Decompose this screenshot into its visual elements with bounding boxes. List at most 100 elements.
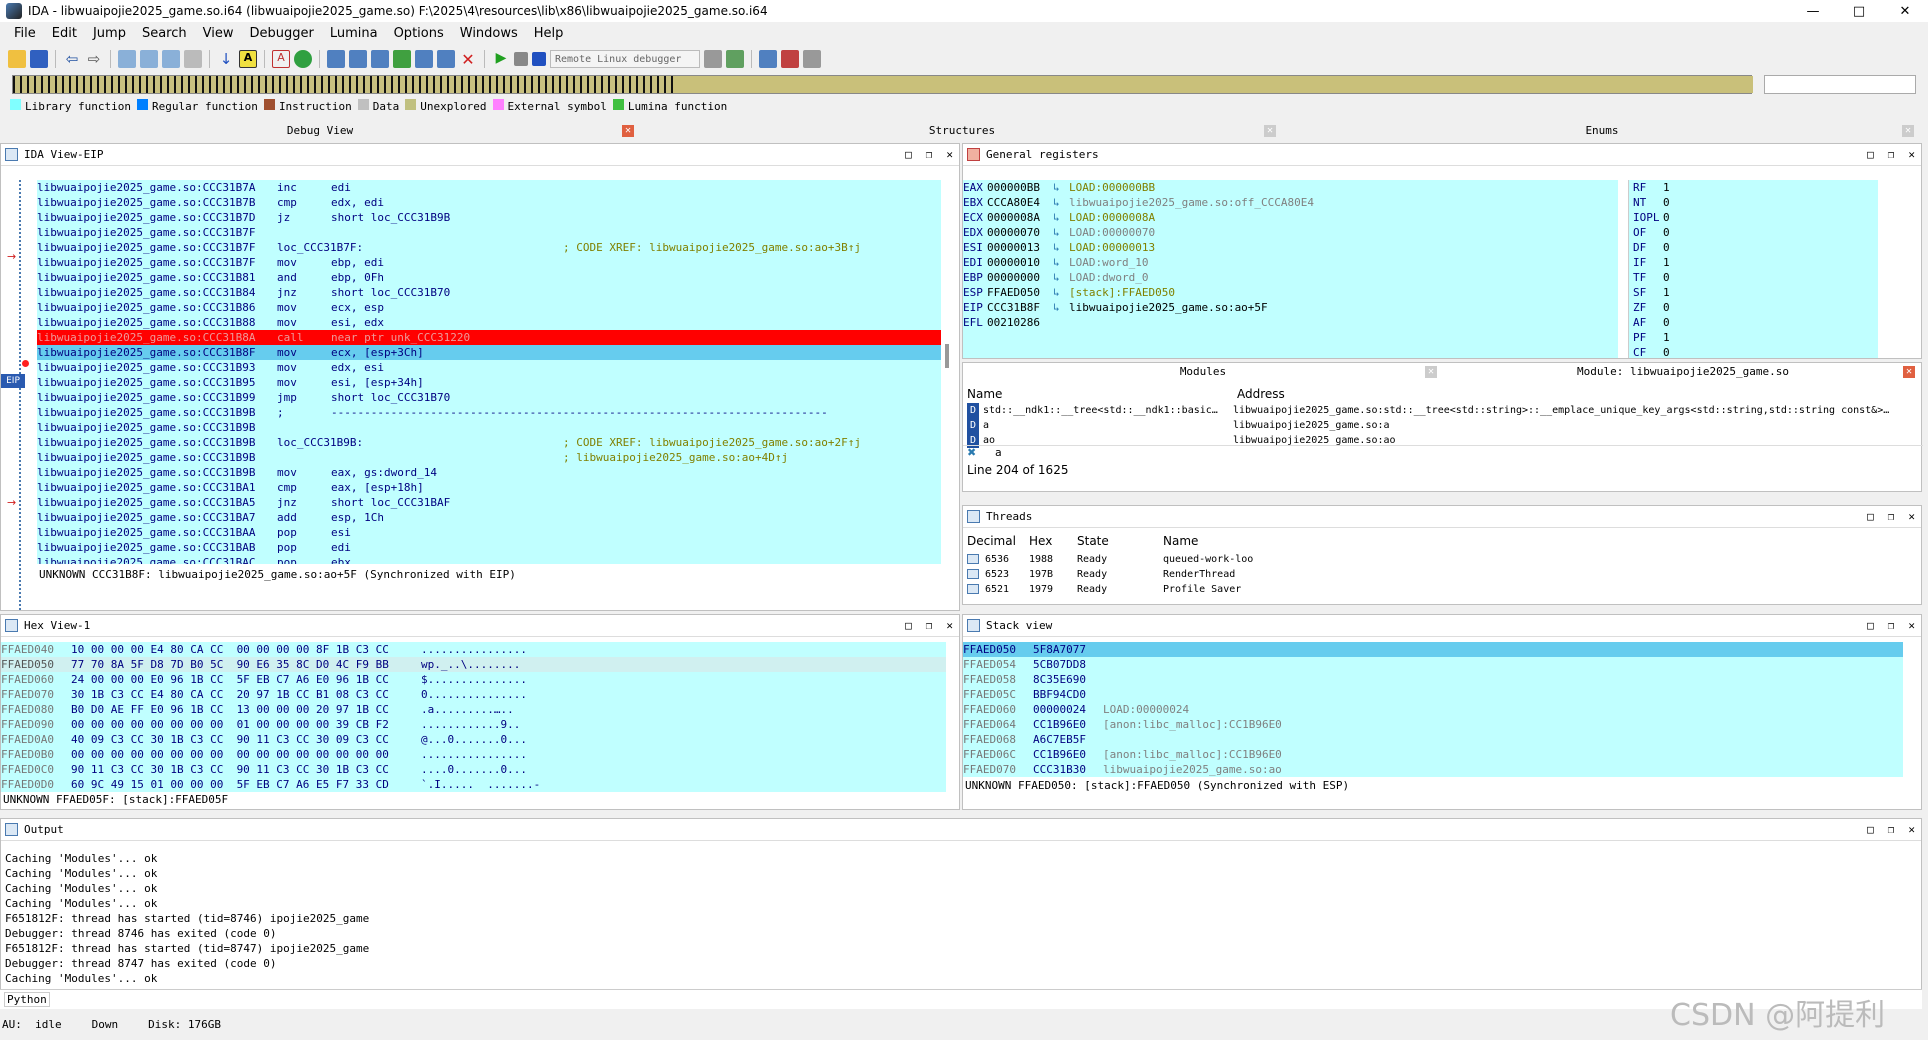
disassembly-listing[interactable]: libwuaipojie2025_game.so:CCC31B7A inc edi l…: [37, 180, 941, 564]
flowchart-icon[interactable]: [371, 50, 389, 68]
module-function-row[interactable]: Da libwuaipojie2025_game.so:a: [963, 418, 1915, 433]
pause-icon[interactable]: [514, 52, 528, 66]
breakpoints-icon[interactable]: [759, 50, 777, 68]
close-icon[interactable]: ✕: [1908, 148, 1915, 161]
open-icon[interactable]: [8, 50, 26, 68]
attach-icon[interactable]: [704, 50, 722, 68]
register-row[interactable]: ECX 0000008A ↳ LOAD:0000008A: [963, 210, 1618, 225]
flag-row[interactable]: ZF 0: [1629, 300, 1878, 315]
close-icon[interactable]: ✕: [1903, 366, 1915, 378]
column-address[interactable]: Address: [1237, 387, 1285, 401]
menu-debugger[interactable]: Debugger: [241, 26, 321, 41]
register-row[interactable]: EBX CCCA80E4 ↳ libwuaipojie2025_game.so:off…: [963, 195, 1618, 210]
save-icon[interactable]: [30, 50, 48, 68]
green-circle-icon[interactable]: [294, 50, 312, 68]
thread-row[interactable]: 6523 197B Ready RenderThread: [963, 567, 1915, 582]
filter-input[interactable]: a: [995, 446, 1002, 459]
minimize-button[interactable]: —: [1790, 0, 1836, 22]
debugger-select[interactable]: Remote Linux debugger: [550, 50, 700, 68]
register-row[interactable]: EAX 000000BB ↳ LOAD:000000BB: [963, 180, 1618, 195]
python-language-button[interactable]: Python: [4, 992, 50, 1007]
stack-row[interactable]: FFAED070 CCC31B30 libwuaipojie2025_game.so…: [963, 762, 1903, 777]
stack-list[interactable]: FFAED050 5F8A7077 FFAED054 5CB07DD8 FFAED058…: [963, 642, 1903, 777]
close-icon[interactable]: ✕: [622, 125, 634, 137]
disassembly-line[interactable]: libwuaipojie2025_game.so:CCC31BAC pop ebx: [37, 555, 941, 564]
tab-modules[interactable]: Modules ✕: [963, 363, 1443, 381]
menu-view[interactable]: View: [195, 26, 242, 41]
register-list[interactable]: EAX 000000BB ↳ LOAD:000000BB EBX CCCA80E4 ↳ lib…: [963, 180, 1618, 358]
disassembly-line[interactable]: libwuaipojie2025_game.so:CCC31B86 mov ecx,…: [37, 300, 941, 315]
menu-search[interactable]: Search: [134, 26, 195, 41]
disassembly-line[interactable]: libwuaipojie2025_game.so:CCC31BA5 jnz shor…: [37, 495, 941, 510]
stack-row[interactable]: FFAED05C BBF94CD0: [963, 687, 1903, 702]
flag-row[interactable]: RF 1: [1629, 180, 1878, 195]
minimize-icon[interactable]: □: [1867, 148, 1874, 161]
disassembly-line[interactable]: libwuaipojie2025_game.so:CCC31B9B; ------…: [37, 405, 941, 420]
hex-row[interactable]: FFAED050 77 70 8A 5F D8 7D B0 5C 90 E6 35…: [1, 657, 946, 672]
disassembly-line[interactable]: libwuaipojie2025_game.so:CCC31BAA pop esi: [37, 525, 941, 540]
flag-row[interactable]: OF 0: [1629, 225, 1878, 240]
register-row[interactable]: EDX 00000070 ↳ LOAD:00000070: [963, 225, 1618, 240]
tab-debug-view[interactable]: Debug View ✕: [0, 122, 640, 140]
close-icon[interactable]: ✕: [1908, 510, 1915, 523]
disassembly-line[interactable]: libwuaipojie2025_game.so:CCC31B8F mov ecx,…: [37, 345, 941, 360]
refresh-icon[interactable]: [726, 50, 744, 68]
tab-structures[interactable]: Structures ✕: [642, 122, 1282, 140]
text-search-icon[interactable]: [162, 50, 180, 68]
script-icon[interactable]: A: [272, 50, 290, 68]
hex-row[interactable]: FFAED070 30 1B C3 CC E4 80 CA CC 20 97 1B…: [1, 687, 946, 702]
menu-jump[interactable]: Jump: [85, 26, 134, 41]
hex-row[interactable]: FFAED080 B0 D0 AE FF E0 96 1B CC 13 00 00…: [1, 702, 946, 717]
column-name[interactable]: Name: [967, 387, 1002, 401]
restore-icon[interactable]: ❐: [1888, 510, 1895, 523]
menu-windows[interactable]: Windows: [452, 26, 526, 41]
tab-module-detail[interactable]: Module: libwuaipojie2025_game.so ✕: [1445, 363, 1921, 381]
navigation-band[interactable]: [12, 75, 1753, 94]
disassembly-line[interactable]: libwuaipojie2025_game.so:CCC31BA1 cmp eax,…: [37, 480, 941, 495]
restore-icon[interactable]: ❐: [1888, 148, 1895, 161]
module-function-list[interactable]: Dstd::__ndk1::__tree<std::__ndk1::basic……: [963, 403, 1915, 448]
restore-icon[interactable]: ❐: [1888, 619, 1895, 632]
disassembly-line[interactable]: libwuaipojie2025_game.so:CCC31B88 mov esi,…: [37, 315, 941, 330]
disassembly-line[interactable]: libwuaipojie2025_game.so:CCC31B9B loc_CCC…: [37, 435, 941, 450]
flag-row[interactable]: DF 0: [1629, 240, 1878, 255]
minimize-icon[interactable]: □: [1867, 619, 1874, 632]
register-row[interactable]: EBP 00000000 ↳ LOAD:dword_0: [963, 270, 1618, 285]
thread-row[interactable]: 6521 1979 Ready Profile Saver: [963, 582, 1915, 597]
disassembly-line[interactable]: libwuaipojie2025_game.so:CCC31B84 jnz shor…: [37, 285, 941, 300]
disassembly-line[interactable]: libwuaipojie2025_game.so:CCC31B95 mov esi,…: [37, 375, 941, 390]
delete-icon[interactable]: ✕: [459, 50, 477, 69]
forward-icon[interactable]: ⇨: [85, 50, 103, 68]
stack-row[interactable]: FFAED060 00000024 LOAD:00000024: [963, 702, 1903, 717]
minimize-icon[interactable]: □: [1867, 823, 1874, 836]
flag-row[interactable]: CF 0: [1629, 345, 1878, 360]
navigation-combo[interactable]: [1764, 75, 1916, 94]
menu-file[interactable]: File: [6, 26, 44, 41]
disassembly-line[interactable]: libwuaipojie2025_game.so:CCC31B9B ; libwu…: [37, 450, 941, 465]
thread-row[interactable]: 6536 1988 Ready queued-work-loo: [963, 552, 1915, 567]
flag-row[interactable]: PF 1: [1629, 330, 1878, 345]
restore-icon[interactable]: ❐: [926, 619, 933, 632]
flag-row[interactable]: TF 0: [1629, 270, 1878, 285]
stack-row[interactable]: FFAED058 8C35E690: [963, 672, 1903, 687]
close-icon[interactable]: ✕: [1908, 823, 1915, 836]
close-button[interactable]: ✕: [1882, 0, 1928, 22]
close-icon[interactable]: ✕: [1908, 619, 1915, 632]
breakpoint-icon[interactable]: [22, 360, 29, 367]
minimize-icon[interactable]: □: [905, 619, 912, 632]
register-row[interactable]: ESI 00000013 ↳ LOAD:00000013: [963, 240, 1618, 255]
register-row[interactable]: EIP CCC31B8F ↳ libwuaipojie2025_game.so:ao+…: [963, 300, 1618, 315]
disassembly-line[interactable]: libwuaipojie2025_game.so:CCC31B7F loc_CCC…: [37, 240, 941, 255]
calls-icon[interactable]: [437, 50, 455, 68]
start-debug-icon[interactable]: ▶: [492, 50, 510, 68]
graph-icon[interactable]: [327, 50, 345, 68]
scrollbar[interactable]: [945, 344, 949, 368]
binary-search-icon[interactable]: [140, 50, 158, 68]
menu-help[interactable]: Help: [526, 26, 572, 41]
minimize-icon[interactable]: □: [905, 148, 912, 161]
hex-row[interactable]: FFAED0B0 00 00 00 00 00 00 00 00 00 00 00…: [1, 747, 946, 762]
disassembly-line[interactable]: libwuaipojie2025_game.so:CCC31B7D jz short…: [37, 210, 941, 225]
stop-icon[interactable]: [532, 52, 546, 66]
minimize-icon[interactable]: □: [1867, 510, 1874, 523]
disassembly-line[interactable]: libwuaipojie2025_game.so:CCC31B8A call nea…: [37, 330, 941, 345]
